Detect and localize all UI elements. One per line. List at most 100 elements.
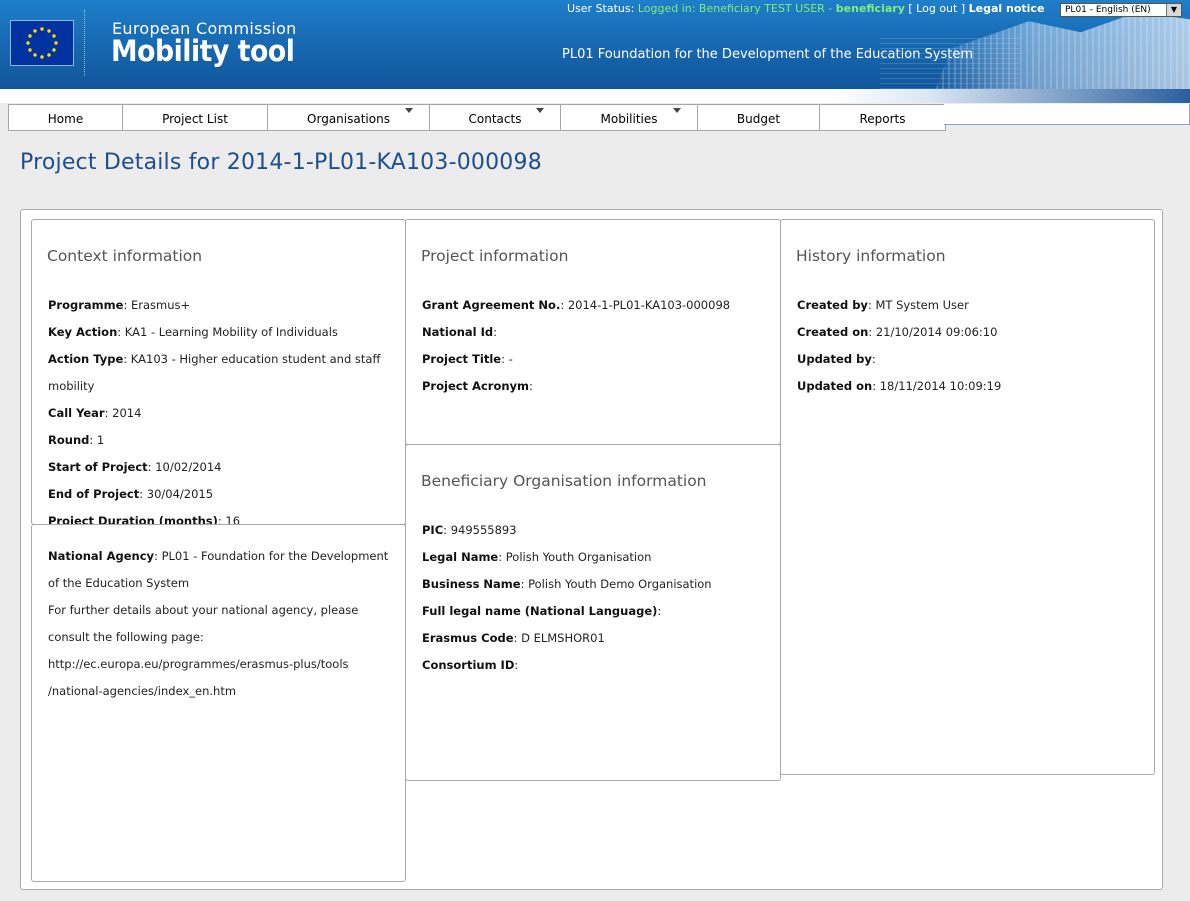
national-agency-label: National Agency: [48, 549, 155, 563]
history-panel: History information Created by: MT Syste…: [780, 219, 1155, 775]
grant-value: 2014-1-PL01-KA103-000098: [567, 298, 731, 312]
action-type-label: Action Type: [48, 352, 124, 366]
national-id-row: National Id:: [422, 325, 498, 339]
nav-contacts[interactable]: Contacts: [430, 105, 561, 130]
grant-row: Grant Agreement No.: 2014-1-PL01-KA103-0…: [422, 298, 731, 312]
beneficiary-heading: Beneficiary Organisation information: [421, 472, 707, 490]
start-label: Start of Project: [48, 460, 148, 474]
created-by-label: Created by: [797, 298, 868, 312]
logout-link[interactable]: Log out: [916, 2, 957, 15]
main-nav: Home Project List Organisations Contacts…: [8, 104, 946, 131]
national-agency-url-1[interactable]: http://ec.europa.eu/programmes/erasmus-p…: [48, 651, 393, 678]
context-heading: Context information: [47, 247, 203, 265]
consortium-row: Consortium ID:: [422, 658, 519, 672]
erasmus-code-value: D ELMSHOR01: [521, 631, 605, 645]
round-value: 1: [96, 433, 105, 447]
dropdown-caret-icon: [405, 108, 413, 113]
legal-name-row: Legal Name: Polish Youth Organisation: [422, 550, 652, 564]
beneficiary-panel: Beneficiary Organisation information PIC…: [405, 444, 781, 781]
nav-organisations-label: Organisations: [307, 112, 390, 126]
app-name: Mobility tool: [111, 34, 295, 68]
created-by-value: MT System User: [875, 298, 969, 312]
header-banner: European Commission Mobility tool PL01 F…: [0, 0, 1190, 103]
history-heading: History information: [796, 247, 946, 265]
page-title: Project Details for 2014-1-PL01-KA103-00…: [20, 150, 542, 175]
acronym-label: Project Acronym: [422, 379, 530, 393]
created-on-label: Created on: [797, 325, 869, 339]
nav-mobilities-label: Mobilities: [600, 112, 658, 126]
created-on-row: Created on: 21/10/2014 09:06:10: [797, 325, 998, 339]
round-label: Round: [48, 433, 90, 447]
created-by-row: Created by: MT System User: [797, 298, 969, 312]
national-agency-panel: National Agency: PL01 - Foundation for t…: [31, 524, 406, 882]
nav-project-list[interactable]: Project List: [123, 105, 268, 130]
status-role: beneficiary: [835, 2, 905, 15]
nav-reports[interactable]: Reports: [820, 105, 945, 130]
updated-by-row: Updated by:: [797, 352, 876, 366]
nav-budget-label: Budget: [736, 112, 781, 126]
end-label: End of Project: [48, 487, 140, 501]
key-action-label: Key Action: [48, 325, 118, 339]
user-status-bar: User Status: Logged in: Beneficiary TEST…: [567, 2, 1045, 15]
nav-mobilities[interactable]: Mobilities: [561, 105, 698, 130]
start-value: 10/02/2014: [155, 460, 222, 474]
chevron-down-icon: ▼: [1166, 4, 1181, 16]
updated-on-label: Updated on: [797, 379, 873, 393]
context-panel: Context information Programme: Erasmus+ …: [31, 219, 406, 528]
eu-flag-icon: [10, 20, 74, 66]
language-value: PL01 - English (EN): [1065, 5, 1151, 15]
pic-label: PIC: [422, 523, 444, 537]
pic-row: PIC: 949555893: [422, 523, 517, 537]
call-year-value: 2014: [112, 406, 142, 420]
erasmus-code-label: Erasmus Code: [422, 631, 514, 645]
nav-contacts-label: Contacts: [468, 112, 522, 126]
pic-value: 949555893: [450, 523, 517, 537]
beneficiary-title: PL01 Foundation for the Development of t…: [562, 47, 974, 62]
round-row: Round: 1: [48, 433, 105, 447]
nav-budget[interactable]: Budget: [698, 105, 820, 130]
nav-organisations[interactable]: Organisations: [268, 105, 430, 130]
project-title-row: Project Title: -: [422, 352, 513, 366]
business-name-value: Polish Youth Demo Organisation: [528, 577, 712, 591]
action-type-row: Action Type: KA103 - Higher education st…: [48, 352, 381, 393]
acronym-row: Project Acronym:: [422, 379, 533, 393]
key-action-value: KA1 - Learning Mobility of Individuals: [124, 325, 338, 339]
status-logged-in: Logged in: Beneficiary TEST USER: [637, 2, 825, 15]
national-agency-note: For further details about your national …: [48, 603, 359, 644]
dropdown-caret-icon: [536, 108, 544, 113]
programme-row: Programme: Erasmus+: [48, 298, 191, 312]
nav-home-label: Home: [47, 112, 84, 126]
consortium-label: Consortium ID: [422, 658, 515, 672]
nav-tail: [944, 104, 1190, 125]
grant-label: Grant Agreement No.: [422, 298, 561, 312]
call-year-row: Call Year: 2014: [48, 406, 142, 420]
end-value: 30/04/2015: [146, 487, 214, 501]
updated-on-row: Updated on: 18/11/2014 10:09:19: [797, 379, 1002, 393]
header-divider: [84, 10, 86, 76]
call-year-label: Call Year: [48, 406, 105, 420]
project-heading: Project information: [421, 247, 569, 265]
national-agency-url-2[interactable]: /national-agencies/index_en.htm: [48, 678, 393, 705]
erasmus-code-row: Erasmus Code: D ELMSHOR01: [422, 631, 605, 645]
nav-home[interactable]: Home: [9, 105, 123, 130]
full-legal-label: Full legal name (National Language): [422, 604, 658, 618]
full-legal-row: Full legal name (National Language):: [422, 604, 662, 618]
project-title-label: Project Title: [422, 352, 502, 366]
banner-band: [0, 89, 1190, 103]
key-action-row: Key Action: KA1 - Learning Mobility of I…: [48, 325, 338, 339]
programme-value: Erasmus+: [130, 298, 191, 312]
updated-on-value: 18/11/2014 10:09:19: [879, 379, 1002, 393]
end-row: End of Project: 30/04/2015: [48, 487, 214, 501]
created-on-value: 21/10/2014 09:06:10: [875, 325, 998, 339]
nav-reports-label: Reports: [859, 112, 906, 126]
start-row: Start of Project: 10/02/2014: [48, 460, 222, 474]
legal-name-value: Polish Youth Organisation: [505, 550, 652, 564]
project-panel: Project information Grant Agreement No.:…: [405, 219, 781, 445]
legal-notice-link[interactable]: Legal notice: [969, 2, 1045, 15]
nav-project-list-label: Project List: [162, 112, 228, 126]
legal-name-label: Legal Name: [422, 550, 499, 564]
business-name-row: Business Name: Polish Youth Demo Organis…: [422, 577, 712, 591]
national-id-label: National Id: [422, 325, 494, 339]
language-select[interactable]: PL01 - English (EN) ▼: [1060, 3, 1182, 17]
details-frame: Context information Programme: Erasmus+ …: [20, 209, 1163, 890]
